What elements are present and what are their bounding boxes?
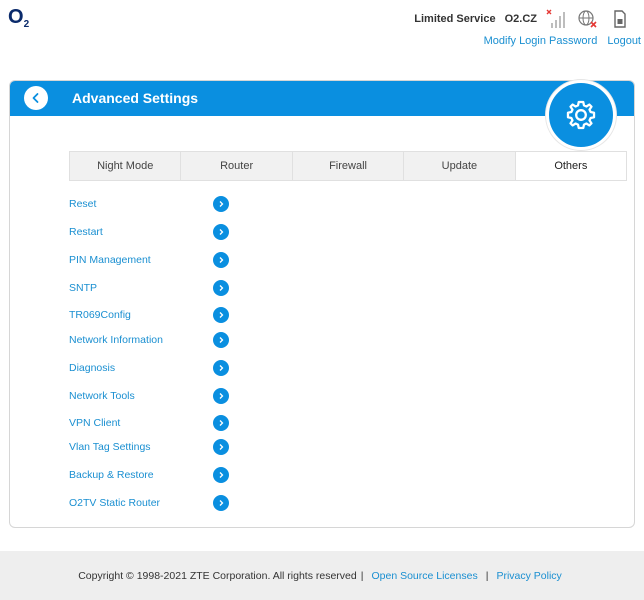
menu-item-label: Backup & Restore [69,469,154,481]
menu-item-label: Network Information [69,334,163,346]
menu-item-backup-restore[interactable]: Backup & Restore [69,466,229,484]
logout-link[interactable]: Logout [607,35,641,47]
logo-text: O [8,6,24,28]
o2-logo: O2 [8,6,29,30]
menu-item-label: Reset [69,198,97,210]
open-source-licenses-link[interactable]: Open Source Licenses [371,570,477,582]
chevron-right-icon[interactable] [213,439,229,455]
back-button[interactable] [24,86,48,110]
footer-separator: | [360,569,364,582]
modify-password-link[interactable]: Modify Login Password [484,35,598,47]
tab-night-mode[interactable]: Night Mode [70,152,182,180]
menu-item-label: Network Tools [69,390,135,402]
menu-item-label: Restart [69,226,103,238]
menu-item-o2tv-static-router[interactable]: O2TV Static Router [69,494,229,512]
footer-separator: | [485,569,489,582]
logo-sub: 2 [23,19,30,30]
menu-item-sntp[interactable]: SNTP [69,279,229,297]
chevron-right-icon[interactable] [213,415,229,431]
chevron-right-icon[interactable] [213,332,229,348]
tab-router[interactable]: Router [181,152,293,180]
tab-firewall[interactable]: Firewall [293,152,405,180]
header-links: Modify Login Password Logout [484,35,641,47]
chevron-right-icon[interactable] [213,196,229,212]
privacy-policy-link[interactable]: Privacy Policy [496,570,561,582]
advanced-settings-panel: Advanced Settings Night Mode Router Fire… [9,80,635,528]
menu-item-network-information[interactable]: Network Information [69,331,229,349]
service-status: Limited Service [414,13,496,25]
menu-item-tr069config[interactable]: TR069Config [69,306,229,324]
footer: Copyright © 1998-2021 ZTE Corporation. A… [0,551,644,600]
copyright-text: Copyright © 1998-2021 ZTE Corporation. A… [78,569,357,582]
chevron-right-icon[interactable] [213,307,229,323]
gear-icon [566,100,596,130]
back-icon [32,93,39,103]
menu-item-pin-management[interactable]: PIN Management [69,251,229,269]
chevron-right-icon[interactable] [213,280,229,296]
gear-badge [546,80,616,150]
menu-item-label: O2TV Static Router [69,497,161,509]
tab-update[interactable]: Update [404,152,516,180]
chevron-right-icon[interactable] [213,224,229,240]
chevron-right-icon[interactable] [213,467,229,483]
menu-item-label: VPN Client [69,417,121,429]
menu-item-reset[interactable]: Reset [69,195,229,213]
chevron-right-icon[interactable] [213,360,229,376]
menu-item-label: TR069Config [69,309,131,321]
settings-tabs: Night Mode Router Firewall Update Others [69,151,627,181]
chevron-right-icon[interactable] [213,252,229,268]
menu-item-label: SNTP [69,282,98,294]
tab-others[interactable]: Others [515,152,627,180]
status-bar: Limited Service O2.CZ [414,9,630,29]
sim-icon [608,9,630,29]
chevron-right-icon[interactable] [213,388,229,404]
menu-item-restart[interactable]: Restart [69,223,229,241]
menu-item-label: Diagnosis [69,362,116,374]
menu-item-network-tools[interactable]: Network Tools [69,387,229,405]
page-title: Advanced Settings [72,90,199,106]
signal-icon [546,9,568,29]
menu-item-vpn-client[interactable]: VPN Client [69,414,229,432]
menu-item-label: Vlan Tag Settings [69,441,151,453]
chevron-right-icon[interactable] [213,495,229,511]
title-bar: Advanced Settings [10,81,634,116]
menu-item-label: PIN Management [69,254,151,266]
menu-item-vlan-tag-settings[interactable]: Vlan Tag Settings [69,438,229,456]
operator-name: O2.CZ [504,13,537,25]
globe-icon [577,9,599,29]
menu-item-diagnosis[interactable]: Diagnosis [69,359,229,377]
